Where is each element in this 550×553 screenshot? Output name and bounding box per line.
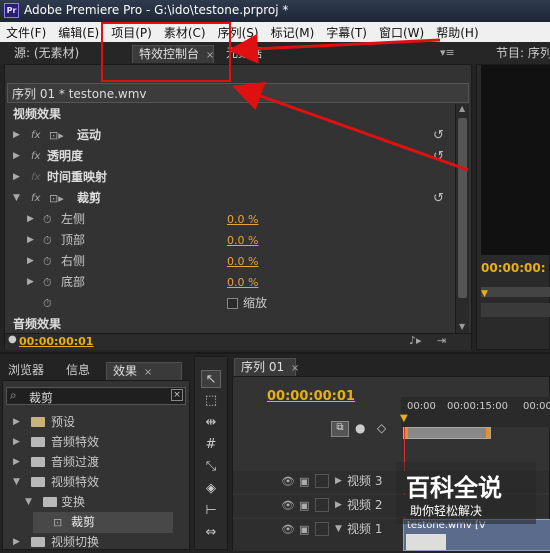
annotation-arrows — [228, 33, 469, 172]
arrow-to-panel — [232, 81, 469, 172]
arrow-to-tab — [228, 33, 441, 64]
